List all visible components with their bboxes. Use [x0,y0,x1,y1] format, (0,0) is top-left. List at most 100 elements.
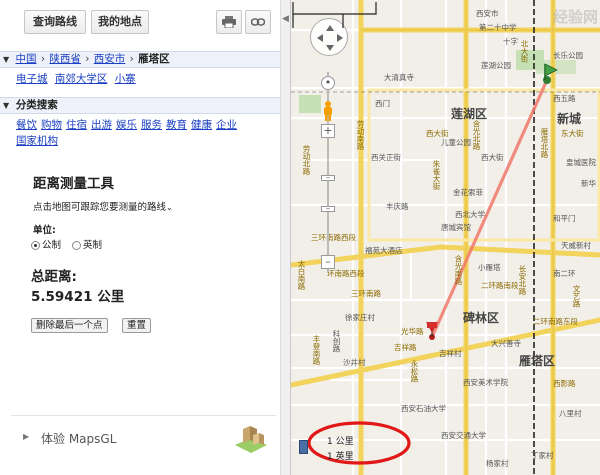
road-label: 长安北路 [518,265,527,295]
place-label: 长乐公园 [553,51,583,60]
map-logo-icon [299,440,308,454]
district-label: 碑林区 [463,311,500,325]
road-label: 含光南路 [454,255,463,285]
road-label: 太白南路 [297,260,306,290]
place-label: 小雁塔 [478,263,501,272]
category-title: 分类搜索 [15,99,58,111]
category-links: 餐饮 购物 住宿 出游 娱乐 服务 教育 健康 企业国家机构 [16,117,276,149]
expand-arrow-icon: ▶ [23,432,30,441]
zoom-tick[interactable]: – [321,205,335,214]
district-label: 新城 [557,112,582,126]
map-view[interactable]: 莲湖区 新城 碑林区 雁塔区 西安市 第二十中学 西五路 儿童公园 大清真寺 西… [291,0,600,475]
mapsgl-promo[interactable]: ▶ 体验 MapsGL [11,415,276,460]
zoom-slider-handle[interactable]: – [321,174,335,183]
place-label: 吉祥村 [439,349,462,358]
road-label: 二环南路东段 [533,317,578,326]
road-label: 光华路 [401,327,424,336]
place-label: 第二十中学 [479,23,517,32]
road-label: 劳动南路 [356,120,365,150]
place-label: 天威新村 [561,241,591,250]
breadcrumb-separator: › [129,53,134,65]
link-button[interactable] [245,10,271,34]
category-link[interactable]: 娱乐 [116,119,137,131]
road-label: 含光北路 [472,120,481,150]
road-label: 三环南路 [351,289,381,298]
zoom-in-button[interactable]: + [321,124,335,138]
collapse-triangle-icon[interactable]: ▼ [3,101,9,110]
metric-radio[interactable] [31,241,40,250]
unit-label: 单位: [33,225,56,236]
road-label: 西大街 [426,129,449,138]
sub-area-link[interactable]: 电子城 [16,73,48,85]
scale-bar [292,2,377,28]
road-label: 西影路 [553,379,576,388]
metric-option[interactable]: 公制 [31,240,61,251]
breadcrumb-item[interactable]: 西安市 [94,53,126,65]
breadcrumb-item[interactable]: 中国 [16,53,37,65]
total-distance-label: 总距离: [31,269,77,285]
breadcrumb-separator: › [40,53,46,65]
link-icon [250,18,266,26]
place-label: 南二环 [553,269,576,278]
category-link[interactable]: 住宿 [66,119,87,131]
mapsgl-3d-icon [235,426,267,453]
top-toolbar: 查询路线 我的地点 [0,0,291,44]
road-label: 吉祥路 [394,343,417,352]
reset-button[interactable]: 重置 [122,318,152,333]
place-label: 西安市 [476,9,499,18]
road-label: 雁塔北路 [540,128,549,158]
category-header: ▼ 分类搜索 [0,97,280,114]
place-label: 西关正街 [371,153,401,162]
scale-imperial-label: 1 英里 [327,452,354,462]
print-button[interactable] [216,10,242,34]
place-label: 十字 [503,37,518,46]
road-label: 北大街 [520,40,529,63]
category-link[interactable]: 企业 [216,119,237,131]
place-label: 大兴善寺 [491,339,521,348]
panel-divider[interactable] [280,0,291,475]
imperial-radio[interactable] [72,241,82,250]
directions-button[interactable]: 查询路线 [24,10,86,34]
road-label: 二环路南段 [481,281,519,290]
place-label: 新华 [581,179,596,188]
print-icon [222,16,236,29]
place-label: 西安美术学院 [463,378,508,387]
left-panel: 查询路线 我的地点 ▼ 中国 › 陕西省 › 西安市 › 雁塔区 电子城 南郊大… [0,0,291,475]
place-label: 皇城医院 [566,158,596,167]
place-label: 西安石油大学 [401,404,446,413]
scale-metric-label: 1 公里 [327,437,354,447]
place-label: 福苑大酒店 [365,246,403,255]
watermark: 经验网 [552,8,598,26]
location-dot-icon[interactable]: • [321,76,335,90]
category-link[interactable]: 国家机构 [16,135,58,147]
zoom-out-button[interactable]: – [321,255,335,269]
place-label: 科创路 [332,330,341,353]
place-label: 莲湖公园 [481,61,511,70]
place-label: 金花索菲 [453,188,483,197]
place-label: 大清真寺 [384,73,414,82]
place-label: 八里村 [559,409,582,418]
my-places-button[interactable]: 我的地点 [91,10,149,34]
category-link[interactable]: 服务 [141,119,162,131]
sub-area-links: 电子城 南郊大学区 小寨 [16,71,140,86]
place-label: 西北大学 [455,210,485,219]
breadcrumb-item[interactable]: 陕西省 [49,53,81,65]
collapse-panel-icon[interactable]: ◀ [282,14,289,24]
road-label: 东大街 [561,129,584,138]
mapsgl-label[interactable]: 体验 MapsGL [41,430,116,447]
category-link[interactable]: 出游 [91,119,112,131]
road-label: 劳动北路 [302,145,311,175]
category-link[interactable]: 购物 [41,119,62,131]
category-link[interactable]: 教育 [166,119,187,131]
imperial-option[interactable]: 英制 [72,240,102,251]
place-label: 唐城宾馆 [441,223,471,232]
delete-last-point-button[interactable]: 删除最后一个点 [31,318,108,333]
sub-area-link[interactable]: 小寨 [115,73,136,85]
category-link[interactable]: 健康 [191,119,212,131]
breadcrumb-separator: › [85,53,90,65]
category-link[interactable]: 餐饮 [16,119,37,131]
sub-area-link[interactable]: 南郊大学区 [55,73,108,85]
collapse-triangle-icon[interactable]: ▼ [3,55,9,64]
place-label: 徐家庄村 [345,313,375,322]
district-label: 雁塔区 [519,354,556,368]
